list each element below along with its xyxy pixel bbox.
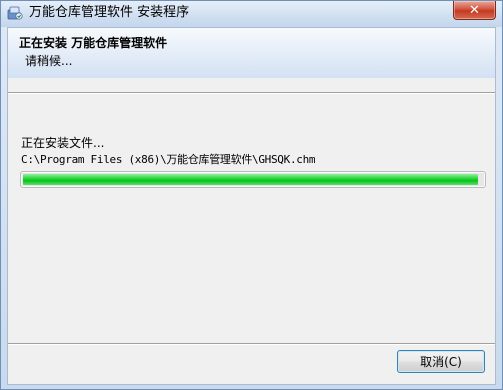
close-icon: ✕: [469, 2, 480, 18]
title-bar[interactable]: 万能仓库管理软件 安装程序 ✕: [1, 1, 502, 27]
header-band: 正在安装 万能仓库管理软件 请稍候...: [8, 28, 495, 78]
progress-fill: [23, 174, 478, 185]
client-area: 正在安装 万能仓库管理软件 请稍候... 正在安装文件... C:\Progra…: [7, 27, 496, 385]
installer-app-icon: [7, 6, 23, 20]
install-status-text: 正在安装文件...: [21, 136, 105, 150]
current-file-path: C:\Program Files (x86)\万能仓库管理软件\GHSQK.ch…: [21, 153, 316, 166]
header-divider: [8, 92, 495, 94]
header-title: 正在安装 万能仓库管理软件: [19, 36, 168, 50]
installer-window: 万能仓库管理软件 安装程序 ✕ 正在安装 万能仓库管理软件 请稍候... 正在安…: [0, 0, 503, 390]
header-subtitle: 请稍候...: [25, 54, 73, 68]
window-title: 万能仓库管理软件 安装程序: [29, 5, 190, 20]
close-button[interactable]: ✕: [453, 1, 496, 20]
install-progress-bar: [20, 171, 486, 188]
footer-divider: [8, 343, 495, 345]
cancel-button[interactable]: 取消(C): [397, 350, 485, 373]
